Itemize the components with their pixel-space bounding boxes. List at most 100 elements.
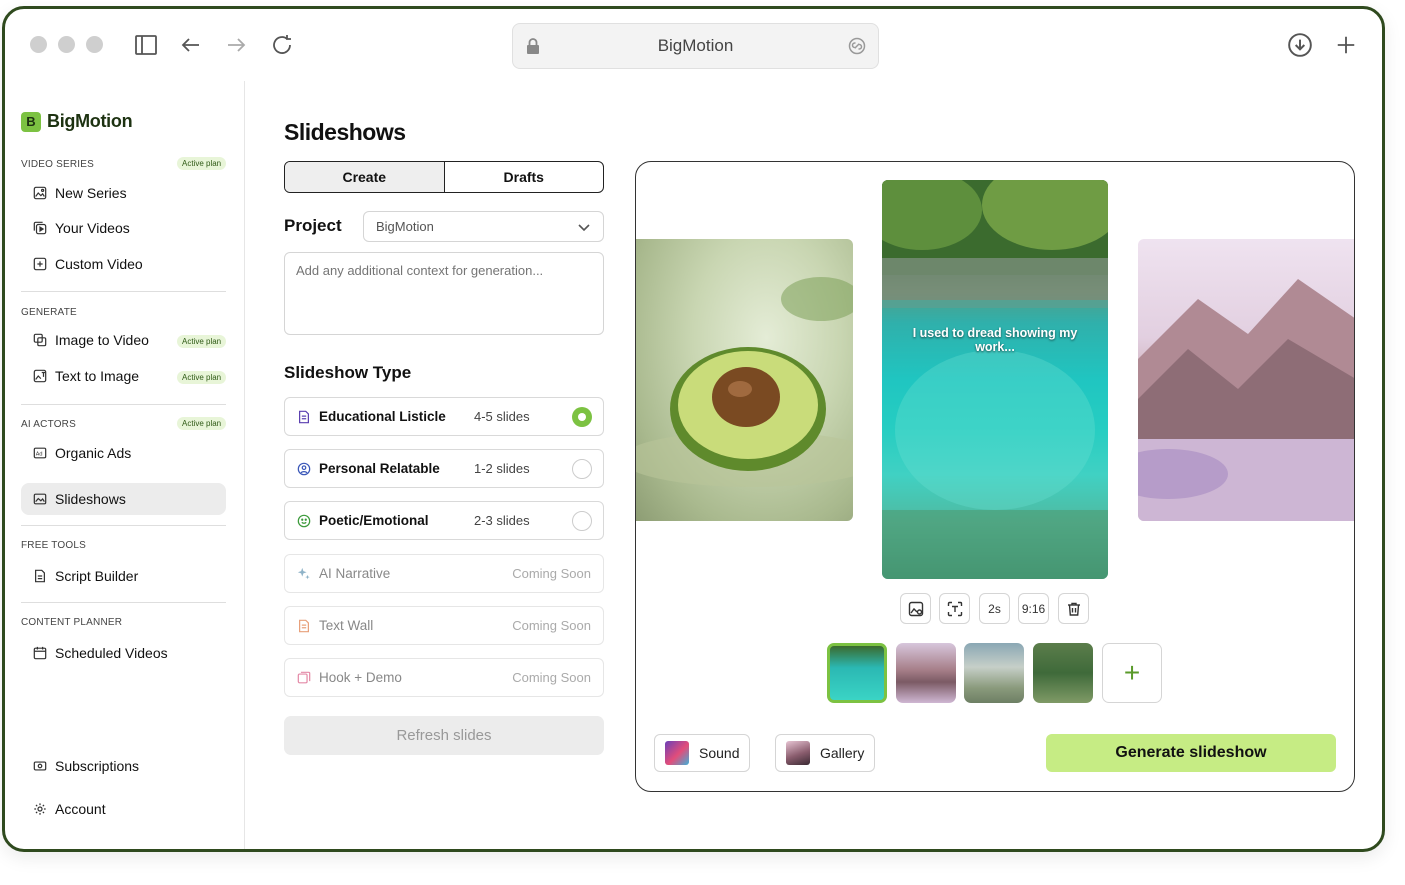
reload-icon[interactable] <box>268 31 296 59</box>
slide-next[interactable] <box>1138 239 1354 521</box>
sidebar-item-script-builder[interactable]: Script Builder <box>21 560 226 592</box>
sidebar: B BigMotion VIDEO SERIES Active plan New… <box>5 81 245 849</box>
smile-icon <box>297 514 311 528</box>
sidebar-item-account[interactable]: Account <box>21 793 226 825</box>
sidebar-item-scheduled-videos[interactable]: Scheduled Videos <box>21 637 226 669</box>
gallery-label: Gallery <box>820 745 865 761</box>
sidebar-item-label: Subscriptions <box>55 758 140 774</box>
active-plan-badge: Active plan <box>177 371 227 384</box>
user-circle-icon <box>297 462 311 476</box>
svg-text:Ad: Ad <box>36 452 43 458</box>
sidebar-item-label: Your Videos <box>55 220 130 236</box>
forward-arrow-icon[interactable] <box>222 31 250 59</box>
gallery-button[interactable]: Gallery <box>775 734 876 772</box>
browser-toolbar: BigMotion <box>5 9 1382 79</box>
sidebar-item-custom-video[interactable]: Custom Video <box>21 248 226 280</box>
context-input[interactable] <box>284 252 604 335</box>
sidebar-item-label: Text to Image <box>55 368 140 384</box>
type-name: Poetic/Emotional <box>319 513 429 528</box>
type-option-personal-relatable[interactable]: Personal Relatable 1-2 slides <box>284 449 604 488</box>
add-slide-button[interactable]: + <box>1102 643 1162 703</box>
duration-button[interactable]: 2s <box>979 593 1010 624</box>
refresh-slides-button[interactable]: Refresh slides <box>284 716 604 755</box>
download-icon[interactable] <box>1286 31 1314 59</box>
type-name: Text Wall <box>319 618 374 633</box>
main-content: Slideshows Create Drafts Project BigMoti… <box>246 81 1382 849</box>
active-plan-badge: Active plan <box>177 335 227 348</box>
delete-slide-button[interactable] <box>1058 593 1089 624</box>
type-name: Personal Relatable <box>319 461 440 476</box>
slide-thumbnail-1[interactable] <box>827 643 887 703</box>
type-option-hook-demo: Hook + Demo Coming Soon <box>284 658 604 697</box>
radio-unselected[interactable] <box>572 511 592 531</box>
chevron-down-icon <box>577 221 591 236</box>
aspect-ratio-button[interactable]: 9:16 <box>1018 593 1049 624</box>
new-series-icon <box>33 186 47 200</box>
type-name: Hook + Demo <box>319 670 402 685</box>
new-tab-icon[interactable] <box>1332 31 1360 59</box>
type-slides: 2-3 slides <box>474 513 530 528</box>
sparkle-icon <box>297 567 311 581</box>
sidebar-item-organic-ads[interactable]: Ad Organic Ads <box>21 437 226 469</box>
address-bar[interactable]: BigMotion <box>512 23 879 69</box>
sidebar-item-your-videos[interactable]: Your Videos <box>21 212 226 244</box>
script-icon <box>33 569 47 583</box>
section-label-video-series: VIDEO SERIES <box>21 159 94 170</box>
slide-thumbnail-3[interactable] <box>964 643 1024 703</box>
project-select[interactable]: BigMotion <box>363 211 604 242</box>
project-select-value: BigMotion <box>376 219 434 234</box>
type-option-educational-listicle[interactable]: Educational Listicle 4-5 slides <box>284 397 604 436</box>
section-label-free-tools: FREE TOOLS <box>21 540 86 551</box>
sidebar-item-label: Custom Video <box>55 256 143 272</box>
sidebar-item-subscriptions[interactable]: Subscriptions <box>21 750 226 782</box>
section-label-content-planner: CONTENT PLANNER <box>21 617 123 628</box>
coming-soon-label: Coming Soon <box>512 618 591 633</box>
tab-drafts[interactable]: Drafts <box>445 162 604 192</box>
replace-image-button[interactable] <box>900 593 931 624</box>
slide-thumbnail-4[interactable] <box>1033 643 1093 703</box>
videos-icon <box>33 221 47 235</box>
text-document-icon <box>297 619 311 633</box>
text-edit-button[interactable] <box>939 593 970 624</box>
slide-previous[interactable] <box>636 239 853 521</box>
text-to-image-icon <box>33 369 47 383</box>
divider <box>21 602 226 603</box>
sound-label: Sound <box>699 745 740 761</box>
window-close-dot[interactable] <box>30 36 47 53</box>
divider <box>21 525 226 526</box>
brand-logo-icon: B <box>21 111 41 132</box>
sidebar-item-label: Organic Ads <box>55 445 132 461</box>
slide-thumbnail-2[interactable] <box>896 643 956 703</box>
coming-soon-label: Coming Soon <box>512 566 591 581</box>
page-title: Slideshows <box>284 119 406 145</box>
image-to-video-icon <box>33 333 47 347</box>
window-zoom-dot[interactable] <box>86 36 103 53</box>
sidebar-toggle-icon[interactable] <box>132 31 160 59</box>
sidebar-item-label: Scheduled Videos <box>55 645 168 661</box>
tab-create[interactable]: Create <box>285 162 445 192</box>
brand[interactable]: B BigMotion <box>21 111 133 132</box>
type-name: AI Narrative <box>319 566 391 581</box>
sidebar-item-new-series[interactable]: New Series <box>21 177 226 209</box>
radio-unselected[interactable] <box>572 459 592 479</box>
radio-selected[interactable] <box>572 407 592 427</box>
type-option-poetic-emotional[interactable]: Poetic/Emotional 2-3 slides <box>284 501 604 540</box>
ads-icon: Ad <box>33 446 47 460</box>
type-name: Educational Listicle <box>319 409 446 424</box>
sidebar-item-label: New Series <box>55 185 127 201</box>
link-icon[interactable] <box>848 37 866 60</box>
slide-current[interactable]: I used to dread showing my work... <box>882 180 1108 579</box>
slideshows-icon <box>33 492 47 506</box>
divider <box>21 404 226 405</box>
custom-video-icon <box>33 257 47 271</box>
sound-button[interactable]: Sound <box>654 734 751 772</box>
sidebar-item-label: Account <box>55 801 106 817</box>
divider <box>21 291 226 292</box>
slideshow-type-title: Slideshow Type <box>284 363 412 382</box>
brand-name: BigMotion <box>47 111 133 131</box>
generate-slideshow-button[interactable]: Generate slideshow <box>1046 734 1336 772</box>
window-minimize-dot[interactable] <box>58 36 75 53</box>
sidebar-item-slideshows[interactable]: Slideshows <box>21 483 226 515</box>
gear-icon <box>33 802 47 816</box>
back-arrow-icon[interactable] <box>177 31 205 59</box>
